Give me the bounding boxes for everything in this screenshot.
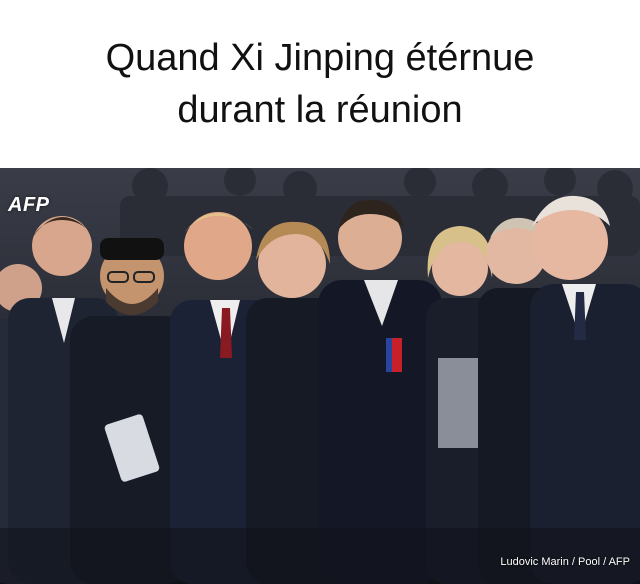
seated-dignitaries-illustration: [0, 168, 640, 584]
caption-line-2: durant la réunion: [177, 89, 463, 131]
caption-line-1: Quand Xi Jinping étérnue: [105, 37, 535, 79]
group-photo: AFP Ludovic Marin / Pool / AFP: [0, 168, 640, 584]
meme-image: Quand Xi Jinping étérnue durant la réuni…: [0, 0, 640, 584]
agency-logo: AFP: [8, 194, 50, 216]
meme-caption: Quand Xi Jinping étérnue durant la réuni…: [0, 0, 640, 168]
photo-credit: Ludovic Marin / Pool / AFP: [500, 556, 630, 568]
